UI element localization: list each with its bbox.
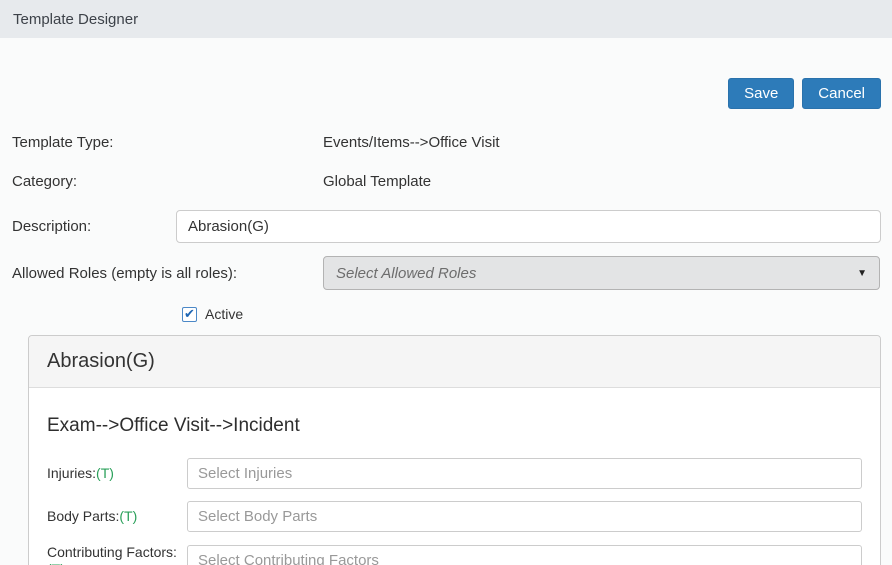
template-flag: (T) <box>119 508 138 525</box>
template-form: Template Type: Events/Items-->Office Vis… <box>0 126 892 322</box>
category-value: Global Template <box>323 173 432 190</box>
app-header: Template Designer <box>0 0 892 38</box>
panel-header: Abrasion(G) <box>29 336 880 388</box>
description-input[interactable] <box>176 210 881 243</box>
template-type-value: Events/Items-->Office Visit <box>323 134 500 151</box>
active-checkbox-label: Active <box>205 306 244 322</box>
allowed-roles-placeholder: Select Allowed Roles <box>336 264 477 282</box>
category-label: Category: <box>12 173 78 190</box>
contributing-factors-label: Contributing Factors:(T) <box>47 544 187 565</box>
injuries-row: Injuries:(T) <box>47 458 862 489</box>
template-type-label: Template Type: <box>12 134 114 151</box>
injuries-label: Injuries:(T) <box>47 465 114 482</box>
body-parts-label: Body Parts:(T) <box>47 508 138 525</box>
injuries-input[interactable] <box>187 458 862 489</box>
description-label: Description: <box>12 218 92 235</box>
template-type-row: Template Type: Events/Items-->Office Vis… <box>0 126 892 159</box>
active-checkbox[interactable]: ✔ <box>182 306 197 322</box>
body-parts-row: Body Parts:(T) <box>47 501 862 532</box>
template-flag: (T) <box>47 561 65 565</box>
contributing-factors-row: Contributing Factors:(T) <box>47 544 862 565</box>
template-preview-panel: Abrasion(G) Exam-->Office Visit-->Incide… <box>28 335 881 565</box>
allowed-roles-row: Allowed Roles (empty is all roles): Sele… <box>0 256 892 290</box>
active-row: ✔ Active <box>0 306 892 322</box>
body-parts-input[interactable] <box>187 501 862 532</box>
action-buttons: Save Cancel <box>0 78 881 109</box>
panel-title: Abrasion(G) <box>47 350 155 372</box>
contributing-factors-input[interactable] <box>187 545 862 565</box>
chevron-down-icon: ▼ <box>857 267 867 279</box>
allowed-roles-dropdown[interactable]: Select Allowed Roles ▼ <box>323 256 880 290</box>
template-flag: (T) <box>96 465 114 482</box>
page-title: Template Designer <box>13 10 139 28</box>
panel-body: Exam-->Office Visit-->Incident Injuries:… <box>29 388 880 565</box>
section-heading: Exam-->Office Visit-->Incident <box>47 415 300 436</box>
category-row: Category: Global Template <box>0 165 892 198</box>
allowed-roles-label: Allowed Roles (empty is all roles): <box>12 264 238 282</box>
checkmark-icon: ✔ <box>184 306 195 321</box>
cancel-button[interactable]: Cancel <box>802 78 881 109</box>
save-button[interactable]: Save <box>728 78 795 109</box>
description-row: Description: <box>0 210 892 243</box>
